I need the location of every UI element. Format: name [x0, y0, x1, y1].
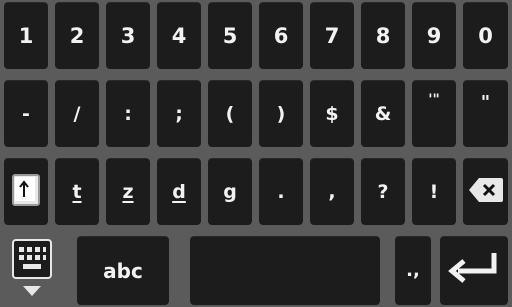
- shift-arrow-icon: [11, 173, 41, 211]
- key-dollar[interactable]: $: [310, 80, 354, 147]
- key-period[interactable]: .: [259, 158, 303, 225]
- key-slash[interactable]: /: [55, 80, 99, 147]
- abc-mode-key[interactable]: abc: [77, 236, 169, 305]
- key-6[interactable]: 6: [259, 2, 303, 69]
- space-bar[interactable]: [190, 236, 380, 305]
- key-question[interactable]: ?: [361, 158, 405, 225]
- shift-key[interactable]: [4, 158, 48, 225]
- key-z[interactable]: z: [106, 158, 150, 225]
- punctuation-key[interactable]: .,: [395, 236, 431, 305]
- key-4[interactable]: 4: [157, 2, 201, 69]
- key-1[interactable]: 1: [4, 2, 48, 69]
- key-t[interactable]: t: [55, 158, 99, 225]
- key-exclamation[interactable]: !: [412, 158, 456, 225]
- key-9[interactable]: 9: [412, 2, 456, 69]
- backspace-key[interactable]: [463, 158, 508, 225]
- keyboard-row-symbols: - / : ; ( ) $ & '" ": [0, 80, 512, 147]
- key-7[interactable]: 7: [310, 2, 354, 69]
- keyboard-row-numbers: 1 2 3 4 5 6 7 8 9 0: [0, 2, 512, 69]
- key-comma[interactable]: ,: [310, 158, 354, 225]
- key-d[interactable]: d: [157, 158, 201, 225]
- enter-key[interactable]: [440, 236, 508, 305]
- key-quotes[interactable]: '": [412, 80, 456, 147]
- key-close-paren[interactable]: ): [259, 80, 303, 147]
- key-semicolon[interactable]: ;: [157, 80, 201, 147]
- key-open-paren[interactable]: (: [208, 80, 252, 147]
- onscreen-keyboard: 1 2 3 4 5 6 7 8 9 0 - / : ; ( ) $ & '" ": [0, 0, 512, 307]
- key-ampersand[interactable]: &: [361, 80, 405, 147]
- key-0[interactable]: 0: [463, 2, 508, 69]
- keyboard-row-three: t z d g . , ? !: [0, 158, 512, 225]
- key-8[interactable]: 8: [361, 2, 405, 69]
- backspace-x-icon: [467, 176, 505, 208]
- keyboard-hide-icon: [10, 238, 54, 304]
- key-2[interactable]: 2: [55, 2, 99, 69]
- keyboard-row-bottom: abc .,: [0, 236, 512, 305]
- hide-keyboard-key[interactable]: [4, 236, 60, 305]
- key-hyphen[interactable]: -: [4, 80, 48, 147]
- key-colon[interactable]: :: [106, 80, 150, 147]
- enter-return-icon: [448, 249, 500, 293]
- key-5[interactable]: 5: [208, 2, 252, 69]
- key-g[interactable]: g: [208, 158, 252, 225]
- key-double-quote[interactable]: ": [463, 80, 508, 147]
- key-3[interactable]: 3: [106, 2, 150, 69]
